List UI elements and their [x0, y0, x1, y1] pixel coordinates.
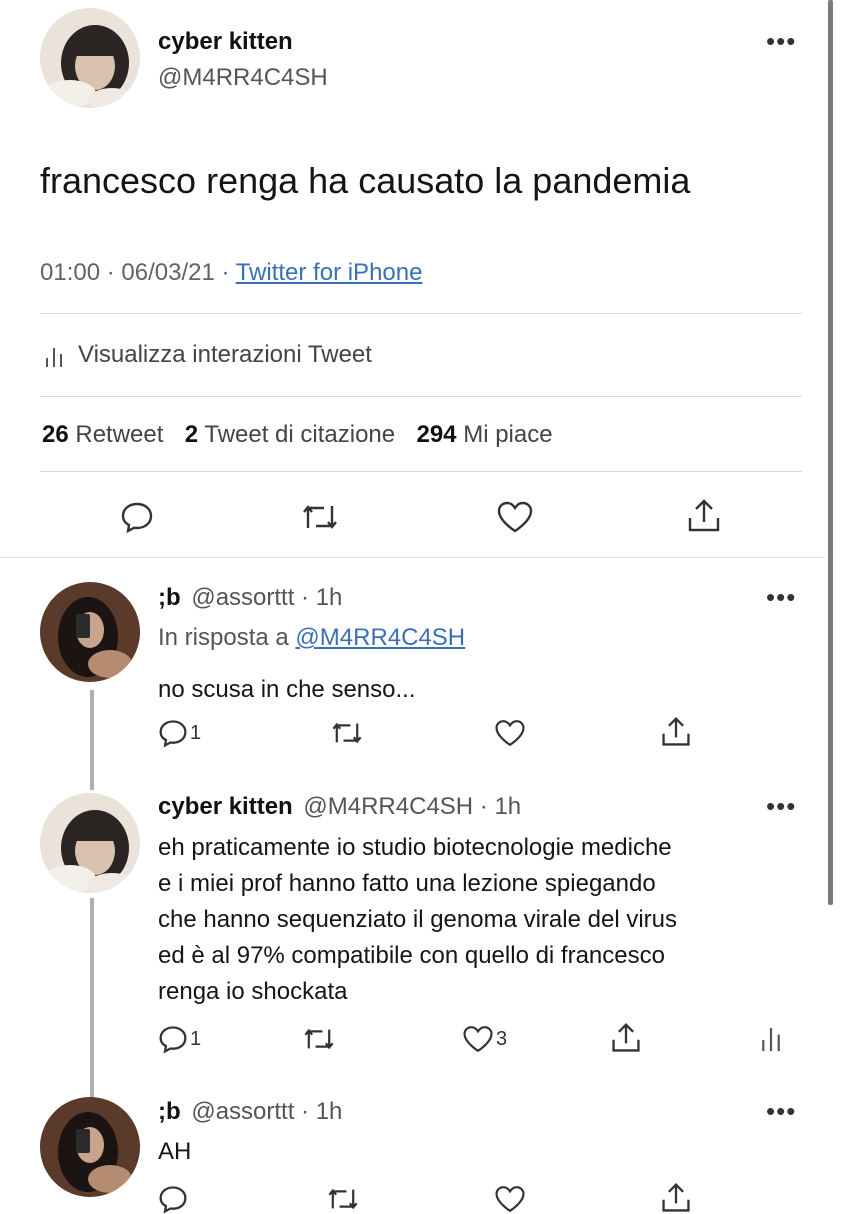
like-icon[interactable]	[494, 1184, 526, 1214]
analytics-icon[interactable]	[760, 1024, 782, 1054]
retweet-icon[interactable]	[330, 718, 364, 748]
thread-line	[90, 898, 94, 1098]
like-count: 3	[496, 1027, 508, 1050]
reply-to-handle[interactable]: @M4RR4C4SH	[295, 624, 465, 651]
retweet-icon[interactable]	[300, 500, 340, 534]
handle-time[interactable]: @M4RR4C4SH · 1h	[303, 793, 521, 820]
avatar[interactable]	[40, 1097, 140, 1197]
reply-text-line: che hanno sequenziato il genoma virale d…	[158, 906, 677, 933]
view-interactions[interactable]: Visualizza interazioni Tweet	[44, 340, 372, 370]
divider	[40, 471, 802, 472]
like-icon[interactable]: 3	[462, 1024, 507, 1054]
display-name[interactable]: ;b	[158, 584, 181, 611]
reply-text: eh praticamente io studio biotecnologie …	[158, 830, 677, 1010]
scrollbar[interactable]	[828, 0, 833, 905]
reply-context: In risposta a @M4RR4C4SH	[158, 624, 465, 652]
reply-text-line: eh praticamente io studio biotecnologie …	[158, 834, 672, 861]
divider	[40, 313, 802, 314]
retweet-count[interactable]: 26	[42, 421, 69, 448]
share-icon[interactable]	[686, 498, 722, 534]
like-icon[interactable]	[494, 718, 526, 748]
like-icon[interactable]	[496, 500, 534, 534]
display-name[interactable]: ;b	[158, 1098, 181, 1125]
tweet-text: francesco renga ha causato la pandemia	[40, 160, 691, 201]
reply-count: 1	[190, 721, 202, 744]
avatar[interactable]	[40, 582, 140, 682]
quote-label[interactable]: Tweet di citazione	[204, 421, 395, 448]
reply-icon[interactable]: 1	[158, 1024, 201, 1054]
share-icon[interactable]	[660, 716, 692, 748]
analytics-icon	[44, 344, 64, 367]
more-icon[interactable]: •••	[766, 793, 796, 819]
reply-text-line: renga io shockata	[158, 978, 348, 1005]
divider	[40, 396, 802, 397]
reply-text-line: ed è al 97% compatibile con quello di fr…	[158, 942, 665, 969]
quote-count[interactable]: 2	[185, 421, 198, 448]
reply-count: 1	[190, 1027, 202, 1050]
thread-line	[90, 690, 94, 790]
share-icon[interactable]	[660, 1182, 692, 1214]
timestamp: 01:00 · 06/03/21 ·	[40, 259, 236, 286]
avatar[interactable]	[40, 793, 140, 893]
tweet-stats: 26 Retweet 2 Tweet di citazione 294 Mi p…	[42, 421, 553, 449]
reply-text-line: e i miei prof hanno fatto una lezione sp…	[158, 870, 656, 897]
reply-icon[interactable]	[158, 1184, 188, 1214]
retweet-icon[interactable]	[302, 1024, 336, 1054]
source-link[interactable]: Twitter for iPhone	[236, 259, 423, 286]
reply-to-prefix: In risposta a	[158, 624, 296, 651]
handle-time[interactable]: @assorttt · 1h	[191, 1098, 342, 1125]
reply-icon[interactable]: 1	[158, 718, 201, 748]
reply-text: AH	[158, 1138, 192, 1165]
display-name[interactable]: cyber kitten	[158, 28, 293, 56]
reply-header: ;b @assorttt · 1h	[158, 584, 342, 612]
like-label[interactable]: Mi piace	[463, 421, 552, 448]
reply-header: ;b @assorttt · 1h	[158, 1098, 342, 1126]
more-icon[interactable]: •••	[766, 1098, 796, 1124]
display-name[interactable]: cyber kitten	[158, 793, 293, 820]
reply-header: cyber kitten @M4RR4C4SH · 1h	[158, 793, 521, 821]
reply-text: no scusa in che senso...	[158, 676, 416, 703]
section-divider	[0, 557, 825, 558]
handle-time[interactable]: @assorttt · 1h	[191, 584, 342, 611]
like-count[interactable]: 294	[416, 421, 456, 448]
retweet-label[interactable]: Retweet	[75, 421, 163, 448]
tweet-timestamp: 01:00 · 06/03/21 · Twitter for iPhone	[40, 259, 422, 287]
view-interactions-label: Visualizza interazioni Tweet	[78, 341, 372, 368]
avatar[interactable]	[40, 8, 140, 108]
more-icon[interactable]: •••	[766, 28, 796, 54]
retweet-icon[interactable]	[326, 1184, 360, 1214]
more-icon[interactable]: •••	[766, 584, 796, 610]
handle[interactable]: @M4RR4C4SH	[158, 64, 328, 92]
reply-icon[interactable]	[120, 500, 154, 534]
share-icon[interactable]	[610, 1022, 642, 1054]
